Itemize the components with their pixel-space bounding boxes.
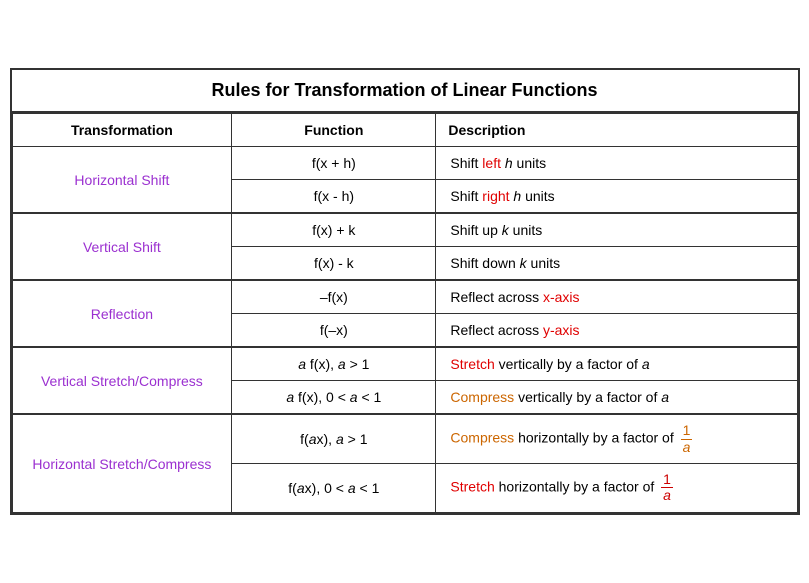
description-cell: Compress vertically by a factor of a [436, 381, 797, 415]
function-cell: f(x) + k [232, 213, 436, 247]
transformation-label: Horizontal Shift [12, 147, 232, 214]
description-cell: Shift left h units [436, 147, 797, 180]
function-cell: f(–x) [232, 314, 436, 348]
function-cell: a f(x), 0 < a < 1 [232, 381, 436, 415]
transformation-label: Reflection [12, 280, 232, 347]
table-row: Vertical Stretch/Compress a f(x), a > 1 … [12, 347, 797, 381]
header-description: Description [436, 114, 797, 147]
header-row: Transformation Function Description [12, 114, 797, 147]
function-cell: a f(x), a > 1 [232, 347, 436, 381]
function-cell: f(ax), a > 1 [232, 414, 436, 463]
description-cell: Stretch horizontally by a factor of 1 a [436, 464, 797, 513]
description-cell: Shift down k units [436, 247, 797, 281]
description-cell: Shift right h units [436, 180, 797, 214]
table-row: Vertical Shift f(x) + k Shift up k units [12, 213, 797, 247]
table-row: Reflection –f(x) Reflect across x-axis [12, 280, 797, 314]
description-cell: Reflect across y-axis [436, 314, 797, 348]
function-cell: f(x) - k [232, 247, 436, 281]
table-row: Horizontal Stretch/Compress f(ax), a > 1… [12, 414, 797, 463]
header-function: Function [232, 114, 436, 147]
table-title: Rules for Transformation of Linear Funct… [12, 70, 798, 113]
description-cell: Shift up k units [436, 213, 797, 247]
main-table-container: Rules for Transformation of Linear Funct… [10, 68, 800, 515]
transformation-label: Vertical Stretch/Compress [12, 347, 232, 414]
transformation-label: Horizontal Stretch/Compress [12, 414, 232, 512]
transformation-label: Vertical Shift [12, 213, 232, 280]
description-cell: Reflect across x-axis [436, 280, 797, 314]
description-cell: Stretch vertically by a factor of a [436, 347, 797, 381]
header-transformation: Transformation [12, 114, 232, 147]
table-row: Horizontal Shift f(x + h) Shift left h u… [12, 147, 797, 180]
function-cell: f(ax), 0 < a < 1 [232, 464, 436, 513]
table-body: Horizontal Shift f(x + h) Shift left h u… [12, 147, 797, 513]
description-cell: Compress horizontally by a factor of 1 a [436, 414, 797, 463]
transformation-table: Transformation Function Description Hori… [12, 113, 798, 513]
function-cell: –f(x) [232, 280, 436, 314]
function-cell: f(x - h) [232, 180, 436, 214]
function-cell: f(x + h) [232, 147, 436, 180]
